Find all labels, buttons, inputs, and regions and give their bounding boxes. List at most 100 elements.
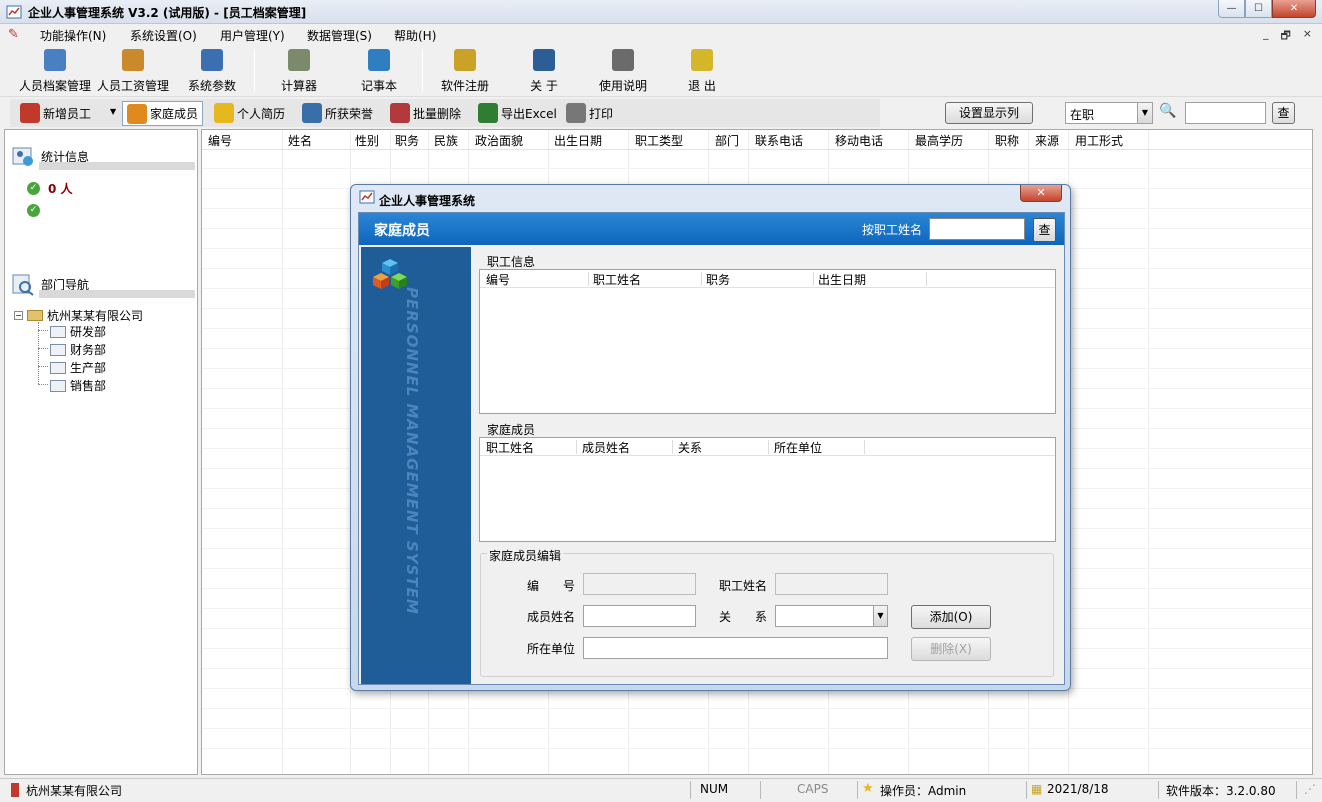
- member-name-field[interactable]: [583, 605, 696, 627]
- column-header[interactable]: 部门: [715, 132, 739, 149]
- column-header[interactable]: 性别: [355, 132, 379, 149]
- menu-settings[interactable]: 系统设置(O): [130, 27, 197, 44]
- tree-line: [38, 384, 48, 385]
- tree-dept-item[interactable]: 销售部: [50, 377, 106, 394]
- column-header[interactable]: 编号: [208, 132, 232, 149]
- menu-data[interactable]: 数据管理(S): [307, 27, 372, 44]
- toolbar-employee-records-button[interactable]: 人员档案管理: [18, 47, 92, 95]
- document-icon: [612, 49, 634, 71]
- column-header[interactable]: 用工形式: [1075, 132, 1123, 149]
- close-button[interactable]: ✕: [1272, 0, 1316, 18]
- company-label: 杭州某某有限公司: [47, 309, 144, 323]
- relation-select[interactable]: ▼: [775, 605, 888, 627]
- status-company: 杭州某某有限公司: [26, 784, 123, 798]
- minimize-button[interactable]: —: [1218, 0, 1245, 18]
- tree-dept-item[interactable]: 生产部: [50, 359, 106, 376]
- toolbar-salary-button[interactable]: 人员工资管理: [96, 47, 170, 95]
- search-query-button[interactable]: 查: [1272, 102, 1295, 124]
- toolbar-notepad-button[interactable]: 记事本: [358, 47, 400, 95]
- column-header[interactable]: 职工类型: [635, 132, 683, 149]
- column-header[interactable]: 移动电话: [835, 132, 883, 149]
- add-employee-button[interactable]: 新增员工: [20, 102, 91, 124]
- member-name-label: 成员姓名: [527, 610, 576, 624]
- status-bar: 杭州某某有限公司 NUM CAPS ★ 操作员：Admin ▦ 2021/8/1…: [0, 778, 1322, 800]
- status-version: 软件版本：3.2.0.80: [1166, 784, 1276, 798]
- secondary-toolbar: 新增员工 ▼ 家庭成员 个人简历 所获荣誉 批量删除 导出Excel 打印 设置…: [0, 98, 1322, 128]
- column-header[interactable]: 联系电话: [755, 132, 803, 149]
- add-member-button[interactable]: 添加(O): [911, 605, 991, 629]
- toolbar-system-params-button[interactable]: 系统参数: [186, 47, 238, 95]
- column-header[interactable]: 职务: [706, 271, 730, 288]
- maximize-button[interactable]: ☐: [1245, 0, 1272, 18]
- mdi-close-button[interactable]: ×: [1303, 27, 1312, 46]
- dialog-body: 家庭成员 按职工姓名 查 PERSONNEL MANAGEMENT SYSTEM…: [358, 212, 1065, 685]
- column-header[interactable]: 来源: [1035, 132, 1059, 149]
- batch-delete-button[interactable]: 批量删除: [390, 102, 461, 124]
- printer-icon: [566, 103, 586, 123]
- resume-button[interactable]: 个人简历: [214, 102, 285, 124]
- tree-dept-item[interactable]: 财务部: [50, 341, 106, 358]
- employee-list-header: 编号 职工姓名 职务 出生日期: [480, 270, 1055, 288]
- tree-dept-item[interactable]: 研发部: [50, 323, 106, 340]
- mdi-minimize-button[interactable]: _: [1263, 27, 1269, 46]
- print-button[interactable]: 打印: [566, 102, 613, 124]
- id-field[interactable]: [583, 573, 696, 595]
- menu-users[interactable]: 用户管理(Y): [220, 27, 285, 44]
- unit-label: 所在单位: [527, 642, 576, 656]
- toolbar-calculator-button[interactable]: 计算器: [278, 47, 320, 95]
- employee-name-search-input[interactable]: [929, 218, 1025, 240]
- column-header[interactable]: 职工姓名: [593, 271, 641, 288]
- column-header[interactable]: 所在单位: [774, 439, 822, 456]
- column-header[interactable]: 成员姓名: [582, 439, 630, 456]
- tree-line: [38, 330, 48, 331]
- notebook-icon: [368, 49, 390, 71]
- exit-icon: [691, 49, 713, 71]
- display-columns-button[interactable]: 设置显示列: [945, 102, 1033, 124]
- add-employee-dropdown-arrow[interactable]: ▼: [110, 107, 116, 116]
- column-header[interactable]: 关系: [678, 439, 702, 456]
- menu-bar: ✎ 功能操作(N) 系统设置(O) 用户管理(Y) 数据管理(S) 帮助(H) …: [0, 24, 1322, 45]
- column-header[interactable]: 出生日期: [818, 271, 866, 288]
- column-header[interactable]: 出生日期: [554, 132, 602, 149]
- family-edit-label: 家庭成员编辑: [487, 547, 564, 564]
- column-header[interactable]: 民族: [434, 132, 458, 149]
- toolbar-register-button[interactable]: 软件注册: [438, 47, 492, 95]
- column-header[interactable]: 姓名: [288, 132, 312, 149]
- menu-function[interactable]: 功能操作(N): [40, 27, 106, 44]
- family-members-list[interactable]: 职工姓名 成员姓名 关系 所在单位: [479, 437, 1056, 542]
- honor-icon: [302, 103, 322, 123]
- tree-company[interactable]: − 杭州某某有限公司: [14, 307, 143, 324]
- dialog-close-button[interactable]: ✕: [1020, 185, 1062, 202]
- status-operator: 操作员：Admin: [880, 784, 967, 798]
- toolbar-about-button[interactable]: 关 于: [524, 47, 564, 95]
- honors-button[interactable]: 所获荣誉: [302, 102, 373, 124]
- family-members-button[interactable]: 家庭成员: [122, 101, 204, 126]
- export-excel-button[interactable]: 导出Excel: [478, 102, 557, 124]
- column-header[interactable]: 编号: [486, 271, 510, 288]
- employee-name-field[interactable]: [775, 573, 888, 595]
- unit-field[interactable]: [583, 637, 888, 659]
- toolbar-exit-button[interactable]: 退 出: [684, 47, 720, 95]
- search-input[interactable]: [1185, 102, 1266, 124]
- salary-user-icon: [122, 49, 144, 71]
- column-header[interactable]: 职工姓名: [486, 439, 534, 456]
- tree-line: [38, 348, 48, 349]
- resize-grip-icon[interactable]: ⋰: [1304, 782, 1316, 796]
- status-filter-select[interactable]: 在职 ▼: [1065, 102, 1153, 124]
- column-header[interactable]: 政治面貌: [475, 132, 523, 149]
- folder-icon: [27, 310, 43, 321]
- column-header[interactable]: 职务: [395, 132, 419, 149]
- delete-member-button[interactable]: 删除(X): [911, 637, 991, 661]
- dialog-search-button[interactable]: 查: [1033, 218, 1056, 242]
- employee-info-list[interactable]: 编号 职工姓名 职务 出生日期: [479, 269, 1056, 414]
- relation-label: 关 系: [719, 610, 768, 624]
- menu-help[interactable]: 帮助(H): [394, 27, 436, 44]
- grid-header: 编号 姓名 性别 职务 民族 政治面貌 出生日期 职工类型 部门 联系电话 移动…: [202, 130, 1312, 150]
- calendar-icon: ▦: [1031, 782, 1043, 796]
- column-header[interactable]: 职称: [995, 132, 1019, 149]
- mdi-restore-button[interactable]: 🗗: [1280, 27, 1290, 46]
- toolbar-manual-button[interactable]: 使用说明: [596, 47, 650, 95]
- star-icon: ★: [862, 781, 874, 796]
- column-header[interactable]: 最高学历: [915, 132, 963, 149]
- tree-collapse-toggle[interactable]: −: [14, 311, 23, 320]
